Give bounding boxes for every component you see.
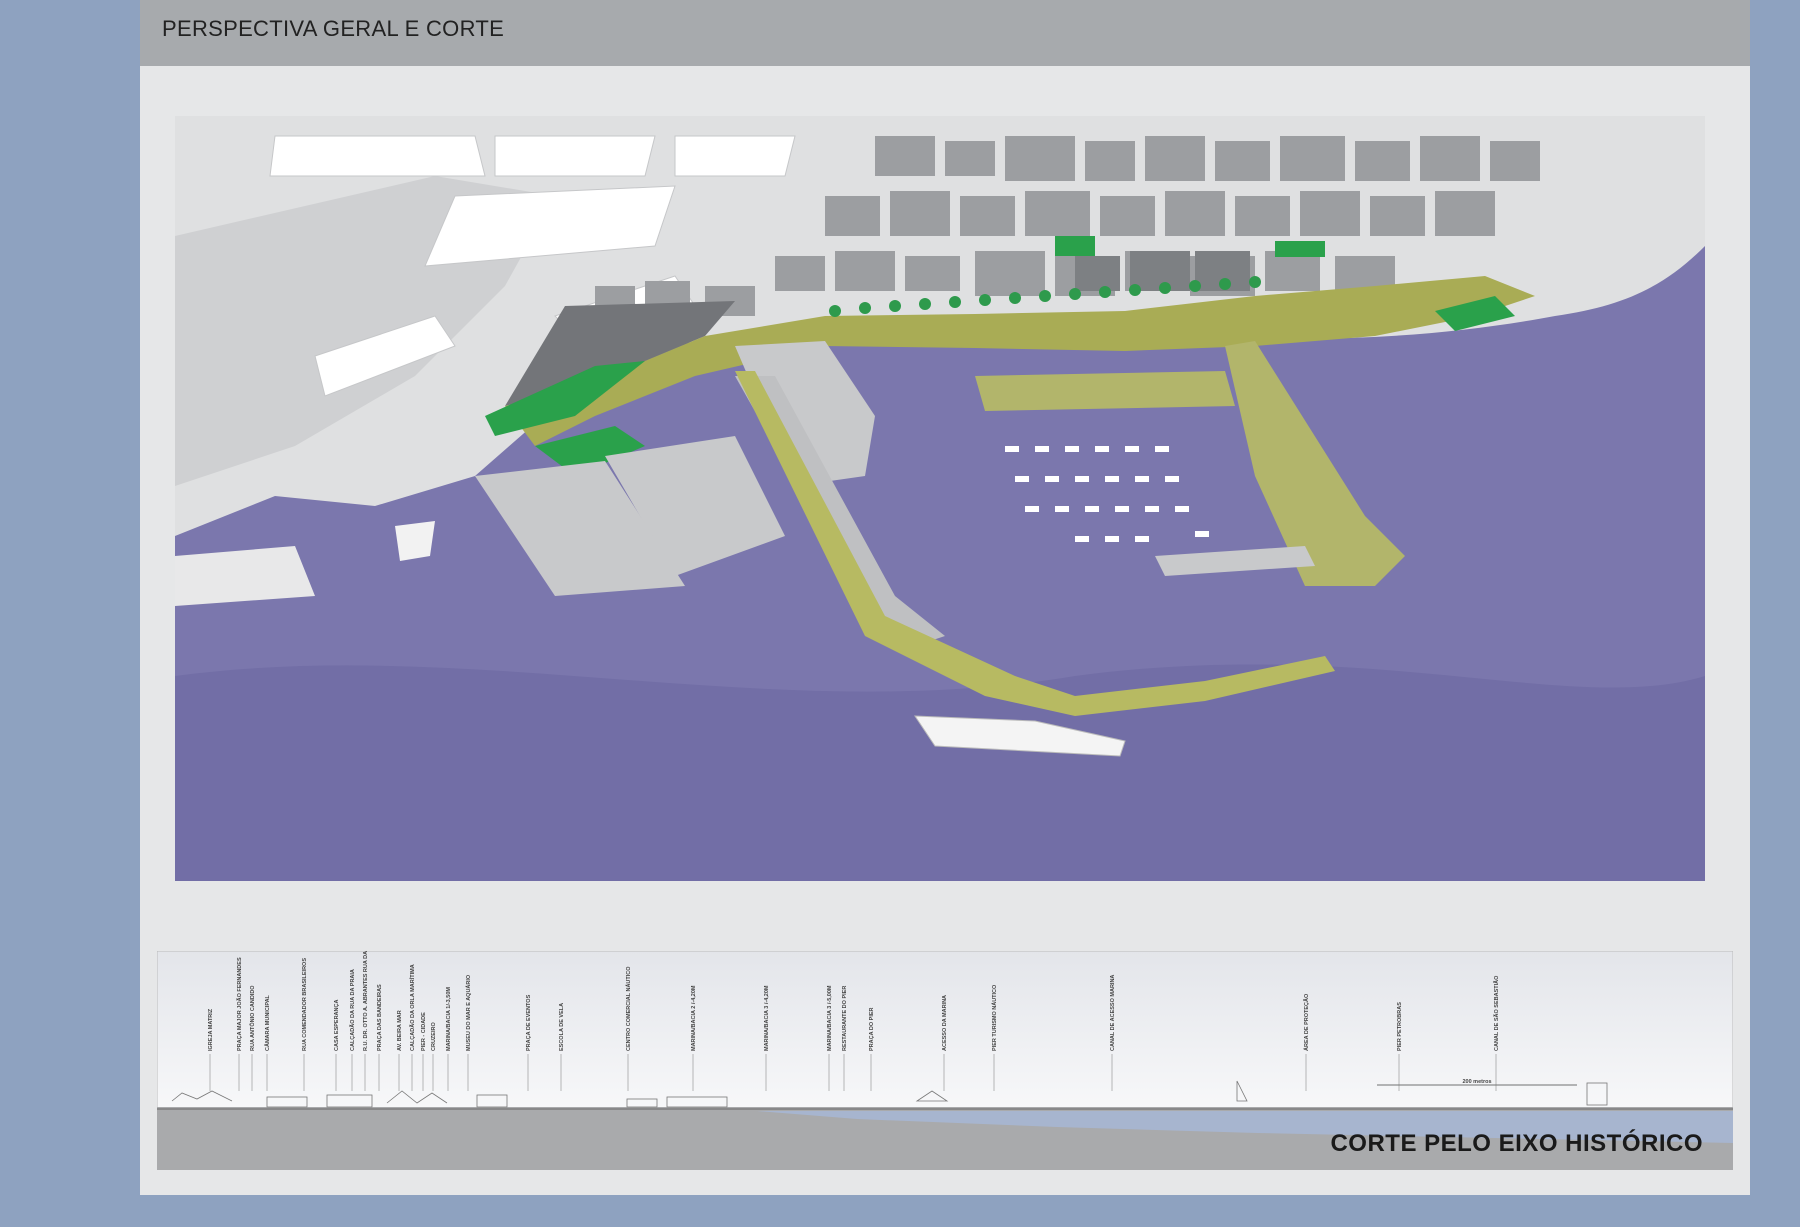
section-label: R.U. DR. OTTO A. ABRANTES RUA DA PRAIA <box>363 951 369 1051</box>
marina-island <box>975 371 1235 411</box>
section-label: RUA COMENDADOR BRASILEIROS <box>302 958 308 1051</box>
sheet-edge <box>1731 66 1750 1195</box>
section-label: MARINA/BACIA 3 /-4,20M <box>764 985 770 1051</box>
section-label: PIER TURISMO NÁUTICO <box>991 984 998 1051</box>
section-label: PIER PETROBRAS <box>1397 1002 1403 1051</box>
section-label: RESTAURANTE DO PIER <box>842 986 848 1051</box>
section-label: MARINA/BACIA 1/-3,50M <box>446 987 452 1051</box>
cross-section-panel: IGREJA MATRIZ PRAÇA MAJOR JOÃO FERNANDES R… <box>157 951 1733 1170</box>
section-label: PIER - CIDADE <box>421 1012 427 1051</box>
dimension-label: 200 metros <box>1462 1079 1491 1085</box>
section-label: CANAL DE SÃO SEBASTIÃO <box>1493 975 1500 1051</box>
section-label: ÁREA DE PROTEÇÃO <box>1303 993 1310 1051</box>
section-label: CALÇADÃO DA ORLA MARÍTIMA <box>408 964 416 1051</box>
section-label: CÂMARA MUNICIPAL <box>264 994 271 1051</box>
section-label: CENTRO COMERCIAL NÁUTICO <box>625 966 632 1051</box>
section-label: MARINA/BACIA 2 /-4,20M <box>691 985 697 1051</box>
section-label: PRAÇA DE EVENTOS <box>526 994 532 1051</box>
section-label: PRAÇA DAS BANDEIRAS <box>377 984 383 1051</box>
section-label: AV. BEIRA MAR <box>397 1010 403 1051</box>
section-label: PRAÇA MAJOR JOÃO FERNANDES <box>236 957 243 1051</box>
section-label: CRUZEIRO <box>431 1022 437 1051</box>
section-title: CORTE PELO EIXO HISTÓRICO <box>1330 1130 1703 1157</box>
page-title: PERSPECTIVA GERAL E CORTE <box>162 16 505 41</box>
section-label: MUSEU DO MAR E AQUÁRIO <box>465 974 472 1051</box>
section-label: MARINA/BACIA 3 /-5,00M <box>827 985 833 1051</box>
deep-water <box>175 664 1705 881</box>
header-bar: PERSPECTIVA GERAL E CORTE <box>140 0 1750 66</box>
section-label: IGREJA MATRIZ <box>208 1008 214 1051</box>
section-label: CASA ESPERANÇA <box>334 1000 340 1051</box>
aerial-perspective-view <box>175 116 1705 881</box>
section-label: PRAÇA DO PIER <box>869 1007 875 1051</box>
section-label: RUA ANTÔNIO CANDIDO <box>248 985 256 1051</box>
section-label: ACESSO DA MARINA <box>942 995 948 1051</box>
section-label: CALÇADÃO DA RUA DA PRAIA <box>349 969 356 1051</box>
page: PERSPECTIVA GERAL E CORTE IGREJA MATRIZ … <box>0 0 1800 1227</box>
section-label: ESCOLA DE VELA <box>559 1003 565 1051</box>
right-margin <box>1750 66 1800 1227</box>
section-label: CANAL DE ACESSO MARINA <box>1110 975 1116 1051</box>
